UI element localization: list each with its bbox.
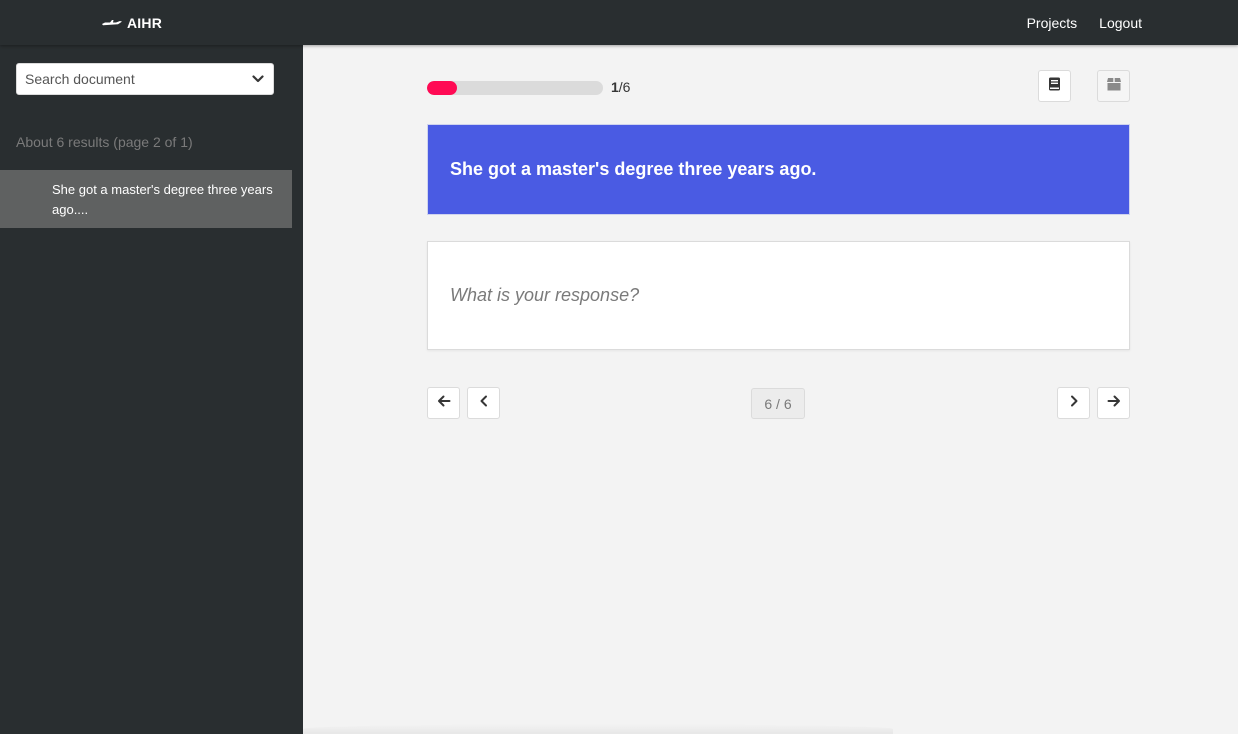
brand[interactable]: AIHR: [101, 0, 162, 45]
progress-bar: [427, 81, 603, 95]
book-button[interactable]: [1038, 70, 1071, 102]
first-button[interactable]: [427, 387, 460, 419]
prev-button[interactable]: [467, 387, 500, 419]
response-input[interactable]: [450, 285, 1129, 306]
box-icon: [1106, 77, 1122, 96]
main-content: 1/6 She got a master's degree three year…: [303, 45, 1238, 734]
question-box: She got a master's degree three years ag…: [427, 124, 1130, 215]
progress-fill: [427, 81, 457, 95]
results-summary: About 6 results (page 2 of 1): [16, 134, 193, 150]
page-indicator: 6 / 6: [751, 388, 805, 419]
last-button[interactable]: [1097, 387, 1130, 419]
brand-name: AIHR: [127, 14, 163, 31]
nav-link-logout[interactable]: Logout: [1099, 15, 1142, 31]
progress-total: /6: [618, 79, 631, 95]
chevron-down-icon[interactable]: [251, 72, 265, 86]
book-icon: [1048, 77, 1061, 96]
result-item[interactable]: She got a master's degree three years ag…: [0, 170, 292, 228]
box-button[interactable]: [1097, 70, 1130, 102]
search-document-box[interactable]: [16, 63, 274, 95]
question-text: She got a master's degree three years ag…: [450, 159, 817, 179]
search-document-input[interactable]: [25, 71, 251, 87]
sidebar: About 6 results (page 2 of 1) She got a …: [0, 45, 303, 734]
chevron-left-icon: [477, 394, 491, 413]
bottom-shadow: [303, 724, 893, 734]
nav-link-projects[interactable]: Projects: [1027, 15, 1078, 31]
nav-links: Projects Logout: [1027, 0, 1142, 45]
arrow-right-icon: [1107, 394, 1121, 413]
progress-current: 1: [611, 79, 619, 95]
top-navbar: AIHR Projects Logout: [0, 0, 1238, 45]
next-button[interactable]: [1057, 387, 1090, 419]
response-box[interactable]: [427, 241, 1130, 350]
chevron-right-icon: [1067, 394, 1081, 413]
progress-label: 1/6: [611, 79, 630, 95]
airplane-icon: [101, 18, 123, 28]
arrow-left-icon: [437, 394, 451, 413]
